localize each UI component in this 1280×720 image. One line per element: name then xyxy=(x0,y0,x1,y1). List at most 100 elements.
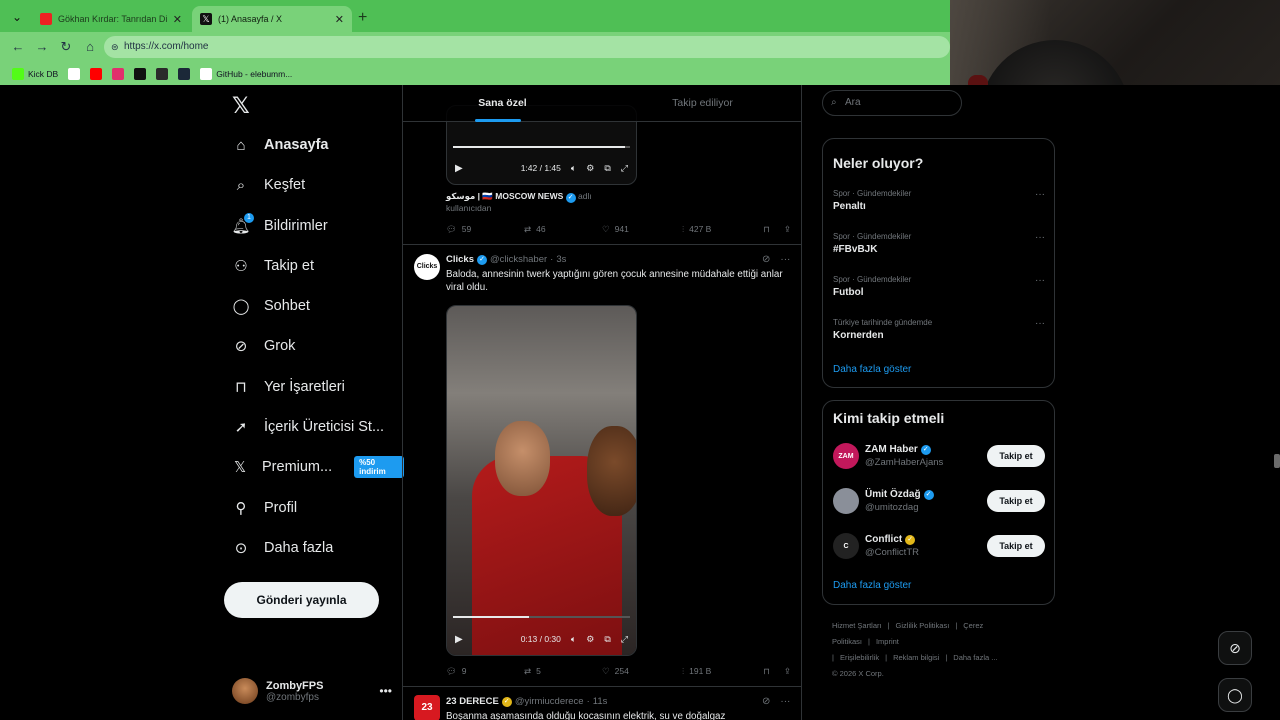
nav-chat[interactable]: ◯ Sohbet xyxy=(232,292,310,320)
bookmark-item[interactable] xyxy=(90,67,103,80)
tab-x-home[interactable]: 𝕏 (1) Anasayfa / X ✕ xyxy=(192,6,352,32)
author-handle[interactable]: @yirmiucderece xyxy=(515,696,584,707)
fullscreen-icon[interactable]: ⤢ xyxy=(621,634,628,645)
bookmark-item[interactable] xyxy=(134,67,147,80)
nav-creator-studio[interactable]: ➚ İçerik Üreticisi St... xyxy=(232,413,384,441)
bookmark-item[interactable]: Kick DB xyxy=(12,67,58,80)
forward-icon[interactable]: → xyxy=(34,39,50,54)
footer-link[interactable]: Hizmet Şartları xyxy=(832,621,882,630)
trend-item[interactable]: Spor · Gündemdekiler #FBvBJK ··· xyxy=(833,232,1045,255)
author-name[interactable]: 23 DERECE xyxy=(446,696,499,707)
volume-icon[interactable]: 🔈︎ xyxy=(571,634,576,645)
bookmark-item[interactable] xyxy=(112,67,125,80)
nav-follow[interactable]: ⚇ Takip et xyxy=(232,252,314,280)
post-button[interactable]: Gönderi yayınla xyxy=(224,582,379,618)
more-icon[interactable]: ··· xyxy=(1035,189,1045,200)
repost-button[interactable]: ⇄ 46 xyxy=(524,224,602,235)
avatar[interactable]: Clicks xyxy=(414,254,440,280)
like-button[interactable]: ♡ 941 xyxy=(602,224,682,235)
more-icon[interactable]: ··· xyxy=(1035,232,1045,243)
tab-following[interactable]: Takip ediliyor xyxy=(603,85,801,122)
new-tab-button[interactable]: + xyxy=(358,9,367,27)
x-logo-icon[interactable]: 𝕏 xyxy=(232,93,250,119)
close-icon[interactable]: ✕ xyxy=(173,13,182,26)
share-icon[interactable]: ⇪ xyxy=(784,666,791,677)
follow-suggestion[interactable]: C Conflict ✓ @ConflictTR Takip et xyxy=(833,531,1045,561)
volume-icon[interactable]: 🔈︎ xyxy=(571,163,576,174)
trend-item[interactable]: Spor · Gündemdekiler Penaltı ··· xyxy=(833,189,1045,212)
show-more-link[interactable]: Daha fazla göster xyxy=(833,364,911,375)
reply-button[interactable]: 💬︎ 9 xyxy=(446,666,524,677)
home-icon[interactable]: ⌂ xyxy=(82,39,98,54)
more-icon[interactable]: ··· xyxy=(1035,318,1045,329)
show-more-link[interactable]: Daha fazla göster xyxy=(833,580,911,591)
back-icon[interactable]: ← xyxy=(10,39,26,54)
reload-icon[interactable]: ↻ xyxy=(58,39,74,55)
views-button[interactable]: ⫶ 191 B xyxy=(682,666,762,677)
tab-for-you[interactable]: Sana özel xyxy=(403,85,602,122)
tweet-time[interactable]: 11s xyxy=(593,696,608,707)
reply-button[interactable]: 💬︎ 59 xyxy=(446,224,524,235)
bookmark-item[interactable] xyxy=(178,67,191,80)
tab-youtube[interactable]: Gökhan Kırdar: Tanrıdan Diledim ( ✕ xyxy=(32,6,190,32)
like-button[interactable]: ♡ 254 xyxy=(602,666,682,677)
account-switcher[interactable]: ZombyFPS @zombyfps ••• xyxy=(232,675,392,707)
fullscreen-icon[interactable]: ⤢ xyxy=(621,163,628,174)
trend-item[interactable]: Spor · Gündemdekiler Futbol ··· xyxy=(833,275,1045,298)
follow-button[interactable]: Takip et xyxy=(987,445,1045,467)
author-handle[interactable]: @clickshaber xyxy=(490,254,547,265)
trend-item[interactable]: Türkiye tarihinde gündemde Kornerden ··· xyxy=(833,318,1045,341)
video-player[interactable]: ▶ 0:13 / 0:30 🔈︎ ⚙ ⧉ ⤢ xyxy=(446,305,637,656)
nav-more[interactable]: ⊙ Daha fazla xyxy=(232,534,334,562)
tab-search-icon[interactable]: ⌄ xyxy=(8,8,26,26)
footer-link[interactable]: © 2026 X Corp. xyxy=(832,669,884,678)
grok-icon[interactable]: ⊘ xyxy=(762,696,770,707)
nav-premium[interactable]: 𝕏 Premium... %50 indirim xyxy=(232,453,404,481)
footer-link[interactable]: Daha fazla ... xyxy=(953,653,997,662)
search-input[interactable]: ⌕ Ara xyxy=(822,90,962,116)
video-progress[interactable] xyxy=(453,146,630,148)
follow-suggestion[interactable]: ZAM ZAM Haber ✓ @ZamHaberAjans Takip et xyxy=(833,441,1045,471)
grok-button[interactable]: ⊘ xyxy=(1218,631,1252,665)
nav-home[interactable]: ⌂ Anasayfa xyxy=(232,131,328,159)
play-icon[interactable]: ▶ xyxy=(455,163,463,174)
nav-notifications[interactable]: 🔔︎ 1 Bildirimler xyxy=(231,212,328,240)
more-icon[interactable]: ··· xyxy=(780,696,790,707)
follow-button[interactable]: Takip et xyxy=(987,490,1045,512)
views-button[interactable]: ⫶ 427 B xyxy=(682,224,762,235)
footer-link[interactable]: Imprint xyxy=(876,637,899,646)
messages-button[interactable]: ◯ xyxy=(1218,678,1252,712)
grok-icon[interactable]: ⊘ xyxy=(762,254,770,265)
more-icon[interactable]: ••• xyxy=(379,684,392,698)
close-icon[interactable]: ✕ xyxy=(335,13,344,26)
nav-explore[interactable]: ⌕ Keşfet xyxy=(232,171,305,199)
source-name[interactable]: موسكو | 🇷🇺 MOSCOW NEWS xyxy=(446,191,563,201)
bookmark-icon[interactable]: ⊓ xyxy=(763,666,770,677)
site-info-icon[interactable]: ⊜ xyxy=(111,36,119,58)
follow-suggestion[interactable]: Ümit Özdağ ✓ @umitozdag Takip et xyxy=(833,486,1045,516)
scrollbar[interactable] xyxy=(1274,454,1280,468)
footer-link[interactable]: Reklam bilgisi xyxy=(893,653,939,662)
tweet-time[interactable]: 3s xyxy=(556,254,566,265)
pip-icon[interactable]: ⧉ xyxy=(604,634,610,645)
author-name[interactable]: Clicks xyxy=(446,254,474,265)
footer-link[interactable]: Erişilebilirlik xyxy=(840,653,879,662)
settings-icon[interactable]: ⚙ xyxy=(586,634,594,645)
footer-link[interactable]: Gizlilik Politikası xyxy=(896,621,950,630)
address-bar[interactable]: ⊜ https://x.com/home xyxy=(104,36,950,58)
bookmark-item[interactable] xyxy=(68,67,81,80)
pip-icon[interactable]: ⧉ xyxy=(604,163,610,174)
share-icon[interactable]: ⇪ xyxy=(784,224,791,235)
more-icon[interactable]: ··· xyxy=(780,254,790,265)
bookmark-item[interactable] xyxy=(156,67,169,80)
follow-button[interactable]: Takip et xyxy=(987,535,1045,557)
nav-profile[interactable]: ⚲ Profil xyxy=(232,494,298,522)
nav-grok[interactable]: ⊘ Grok xyxy=(232,332,296,360)
bookmark-item[interactable]: GitHub - elebumm... xyxy=(200,67,292,80)
nav-bookmarks[interactable]: ⊓ Yer İşaretleri xyxy=(232,373,345,401)
repost-button[interactable]: ⇄ 5 xyxy=(524,666,602,677)
settings-icon[interactable]: ⚙ xyxy=(586,163,594,174)
bookmark-icon[interactable]: ⊓ xyxy=(763,224,770,235)
play-icon[interactable]: ▶ xyxy=(455,634,463,645)
more-icon[interactable]: ··· xyxy=(1035,275,1045,286)
